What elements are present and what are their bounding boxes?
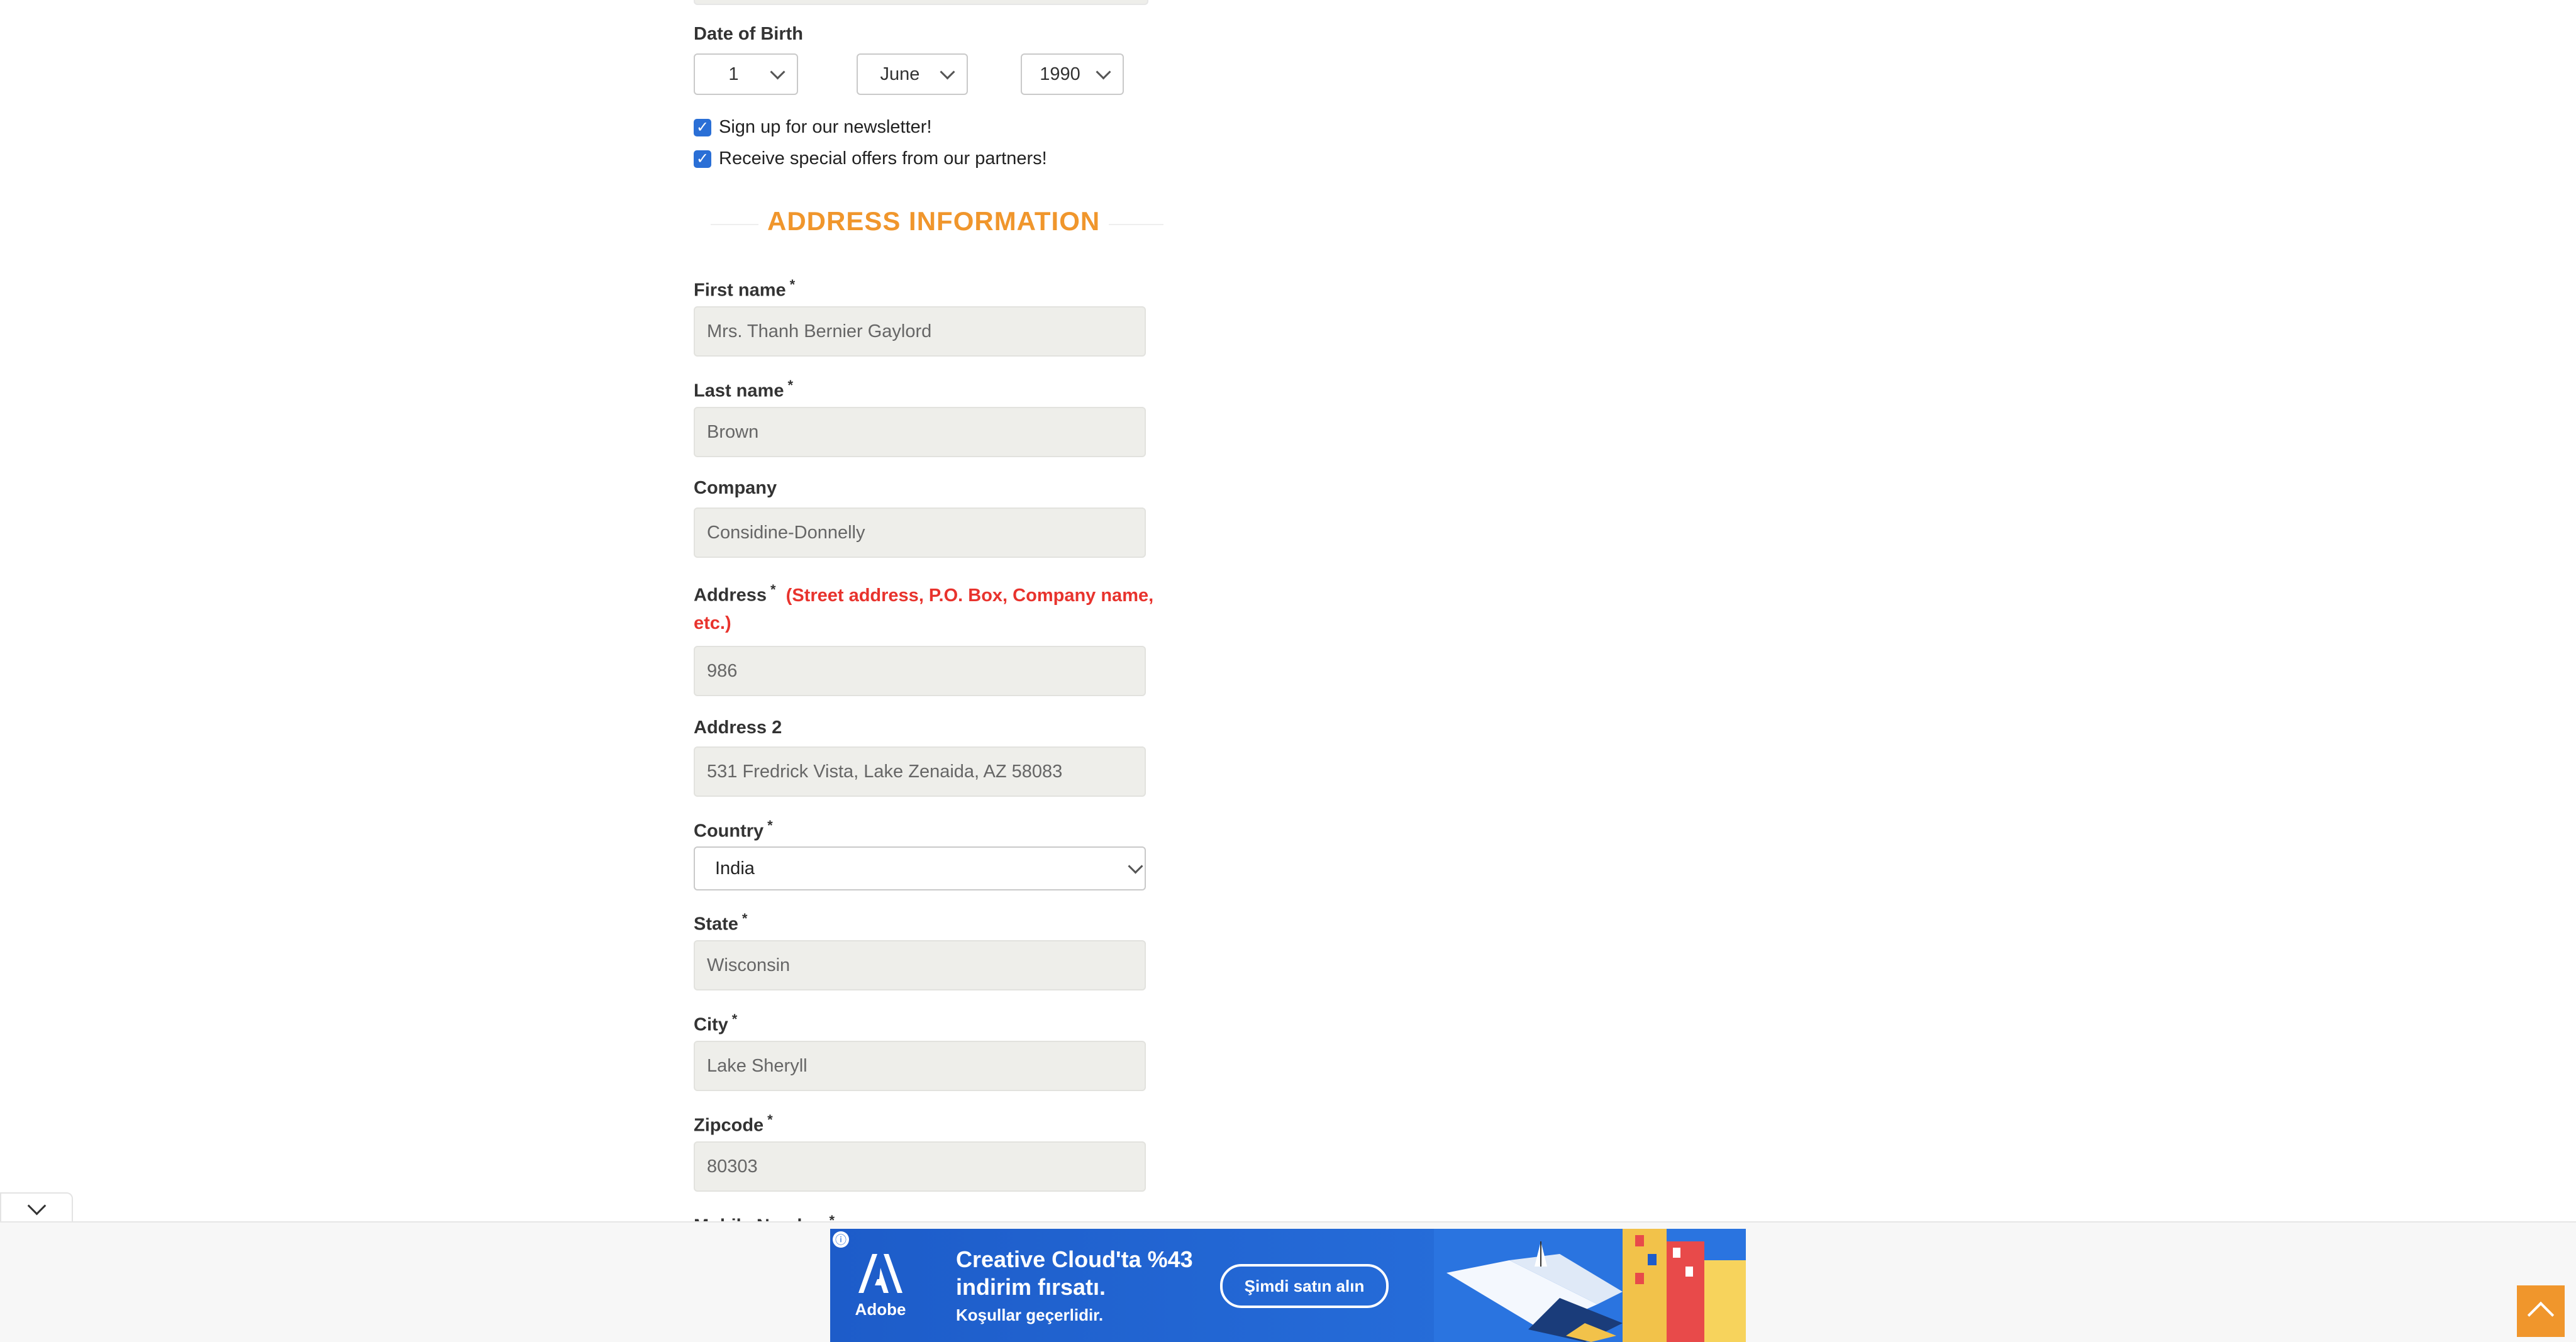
state-value: Wisconsin xyxy=(707,955,791,975)
address2-value: 531 Fredrick Vista, Lake Zenaida, AZ 580… xyxy=(707,761,1063,782)
newsletter-checkbox-row[interactable]: ✓ Sign up for our newsletter! xyxy=(694,117,932,138)
arrow-up-icon xyxy=(2527,1301,2555,1329)
dob-label: Date of Birth xyxy=(694,24,803,44)
required-mark: * xyxy=(767,1112,773,1128)
zipcode-value: 80303 xyxy=(707,1156,758,1177)
required-mark: * xyxy=(731,1011,738,1027)
dob-month-select[interactable]: June xyxy=(857,53,968,95)
city-value: Lake Sheryll xyxy=(707,1055,808,1076)
address-label: Address * (Street address, P.O. Box, Comp… xyxy=(694,582,1153,606)
address-label-text: Address xyxy=(694,585,767,606)
zipcode-input[interactable]: 80303 xyxy=(694,1141,1146,1192)
chevron-down-icon xyxy=(1128,858,1143,874)
offers-label: Receive special offers from our partners… xyxy=(719,148,1047,169)
country-value: India xyxy=(715,858,755,879)
ad-choices-icon[interactable]: ⓘ xyxy=(833,1231,849,1248)
last-name-input[interactable]: Brown xyxy=(694,407,1146,457)
offers-checkbox-row[interactable]: ✓ Receive special offers from our partne… xyxy=(694,148,1047,169)
ad-brand: Adobe xyxy=(855,1300,906,1319)
section-title: ADDRESS INFORMATION xyxy=(767,206,1101,236)
state-label: State * xyxy=(694,911,747,935)
first-name-label: First name * xyxy=(694,277,795,301)
country-label: Country * xyxy=(694,818,773,842)
zipcode-label-text: Zipcode xyxy=(694,1115,764,1136)
address-hint: (Street address, P.O. Box, Company name, xyxy=(786,585,1154,606)
dob-year-value: 1990 xyxy=(1040,64,1080,84)
ad-cta-button[interactable]: Şimdi satın alın xyxy=(1220,1264,1389,1308)
company-value: Considine-Donnelly xyxy=(707,522,865,543)
required-mark: * xyxy=(787,377,794,393)
ad-line3: Koşullar geçerlidir. xyxy=(956,1306,1104,1324)
section-title-wrap: ADDRESS INFORMATION xyxy=(758,206,1109,236)
chevron-down-icon xyxy=(940,64,955,80)
last-name-value: Brown xyxy=(707,421,759,442)
state-input[interactable]: Wisconsin xyxy=(694,940,1146,990)
dob-day-value: 1 xyxy=(728,64,739,84)
company-label-text: Company xyxy=(694,478,777,498)
adobe-mark-icon xyxy=(858,1254,902,1293)
ad-collapse-button[interactable] xyxy=(0,1192,73,1224)
country-select[interactable]: India xyxy=(694,846,1146,890)
required-mark: * xyxy=(770,582,776,597)
dob-month-value: June xyxy=(880,64,920,84)
ad-illustration xyxy=(1434,1229,1746,1342)
country-label-text: Country xyxy=(694,821,764,841)
scroll-to-top-button[interactable] xyxy=(2517,1285,2565,1337)
dob-year-select[interactable]: 1990 xyxy=(1021,53,1124,95)
ad-banner[interactable]: ⓘ ✕ Adobe Creative Cloud'ta %43 indirim … xyxy=(830,1229,1746,1342)
state-label-text: State xyxy=(694,914,738,934)
address-input[interactable]: 986 xyxy=(694,646,1146,696)
last-name-label-text: Last name xyxy=(694,380,784,401)
required-mark: * xyxy=(789,277,796,292)
city-label: City * xyxy=(694,1011,737,1036)
city-input[interactable]: Lake Sheryll xyxy=(694,1041,1146,1091)
last-name-label: Last name * xyxy=(694,377,793,402)
address-hint-cont: etc.) xyxy=(694,613,731,633)
ad-line1: Creative Cloud'ta %43 xyxy=(956,1246,1193,1272)
company-label: Company xyxy=(694,478,777,499)
newsletter-label: Sign up for our newsletter! xyxy=(719,117,932,137)
required-mark: * xyxy=(767,818,773,833)
address2-label-text: Address 2 xyxy=(694,718,782,738)
required-mark: * xyxy=(741,911,748,926)
chevron-down-icon xyxy=(1096,64,1111,80)
chevron-down-icon xyxy=(27,1196,46,1215)
zipcode-label: Zipcode * xyxy=(694,1112,773,1136)
dob-day-select[interactable]: 1 xyxy=(694,53,798,95)
address2-label: Address 2 xyxy=(694,718,782,738)
first-name-value: Mrs. Thanh Bernier Gaylord xyxy=(707,321,932,341)
city-label-text: City xyxy=(694,1014,728,1035)
previous-field-input[interactable] xyxy=(694,0,1148,5)
first-name-label-text: First name xyxy=(694,280,786,301)
ad-line2: indirim fırsatı. xyxy=(956,1274,1106,1300)
check-icon[interactable]: ✓ xyxy=(694,150,711,168)
adobe-logo-icon: Adobe xyxy=(849,1254,912,1323)
first-name-input[interactable]: Mrs. Thanh Bernier Gaylord xyxy=(694,306,1146,357)
address-value: 986 xyxy=(707,660,738,681)
chevron-down-icon xyxy=(770,64,786,80)
company-input[interactable]: Considine-Donnelly xyxy=(694,507,1146,558)
address2-input[interactable]: 531 Fredrick Vista, Lake Zenaida, AZ 580… xyxy=(694,746,1146,797)
check-icon[interactable]: ✓ xyxy=(694,118,711,136)
